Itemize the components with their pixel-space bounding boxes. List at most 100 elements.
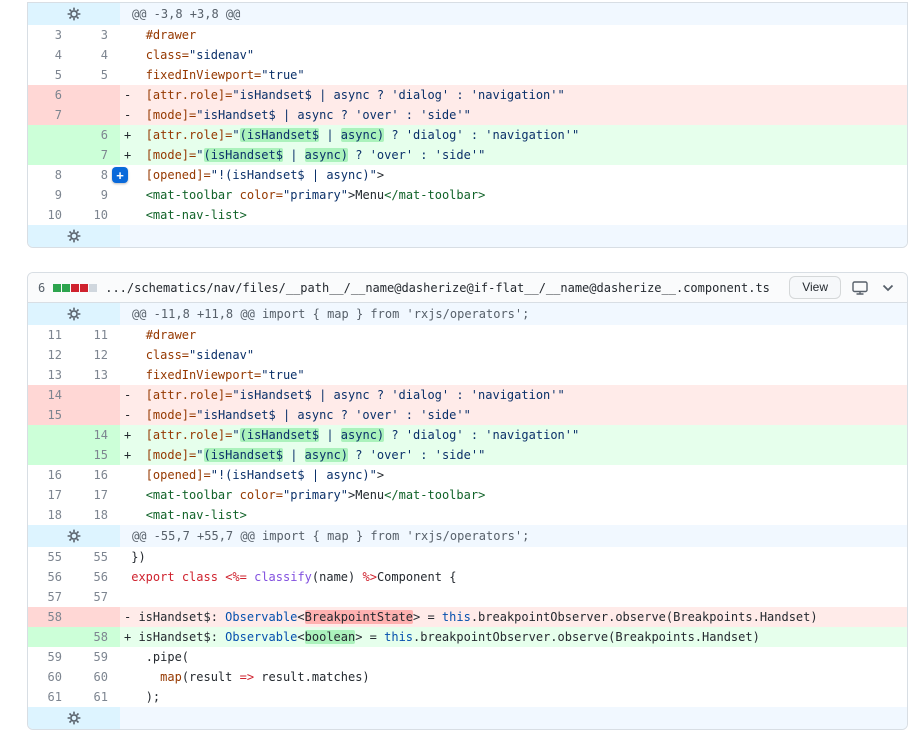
code-line: }) — [120, 547, 907, 567]
expand-hunk-button[interactable] — [28, 225, 120, 247]
new-line-number[interactable]: 5 — [74, 65, 120, 85]
new-line-number[interactable]: 12 — [74, 345, 120, 365]
new-line-number[interactable]: 55 — [74, 547, 120, 567]
new-line-number[interactable] — [74, 405, 120, 425]
old-line-number[interactable]: 17 — [28, 485, 74, 505]
new-line-number[interactable]: 61 — [74, 687, 120, 707]
old-line-number[interactable]: 7 — [28, 105, 74, 125]
new-line-number[interactable]: 11 — [74, 325, 120, 345]
code-line: <mat-nav-list> — [120, 505, 907, 525]
code-segment: this — [441, 610, 471, 624]
diff-row-add: 6 + [attr.role]="(isHandset$ | async) ? '… — [28, 125, 907, 145]
new-line-number[interactable]: 10 — [74, 205, 120, 225]
code-segment: | — [282, 448, 305, 462]
new-line-number[interactable]: 14 — [74, 425, 120, 445]
code-line: #drawer — [120, 25, 907, 45]
old-line-number[interactable]: 60 — [28, 667, 74, 687]
code-segment: [attr.role]= — [145, 88, 233, 102]
code-segment: [mode]= — [145, 148, 197, 162]
old-line-number[interactable]: 58 — [28, 607, 74, 627]
old-line-number[interactable]: 11 — [28, 325, 74, 345]
old-line-number[interactable] — [28, 145, 74, 165]
code-segment: %> — [362, 570, 377, 584]
diff-row-ctx: 88 [opened]="!(isHandset$ | async)"> + — [28, 165, 907, 185]
old-line-number[interactable] — [28, 425, 74, 445]
old-line-number[interactable]: 18 — [28, 505, 74, 525]
code-line: fixedInViewport="true" — [120, 65, 907, 85]
diff-row-ctx: 11 11 #drawer — [28, 325, 907, 345]
chevron-down-icon[interactable] — [879, 281, 897, 295]
new-line-number[interactable]: 17 — [74, 485, 120, 505]
old-line-number[interactable]: 5 — [28, 65, 74, 85]
new-line-number[interactable]: 58 — [74, 627, 120, 647]
new-line-number[interactable]: 56 — [74, 567, 120, 587]
diff-marker — [124, 508, 146, 522]
new-line-number[interactable] — [74, 607, 120, 627]
old-line-number[interactable]: 57 — [28, 587, 74, 607]
expand-hunk-button[interactable] — [28, 707, 120, 729]
old-line-number[interactable]: 14 — [28, 385, 74, 405]
view-button[interactable]: View — [789, 275, 841, 300]
old-line-number[interactable]: 9 — [28, 185, 74, 205]
expand-hunk-button[interactable] — [28, 3, 120, 25]
new-line-number[interactable]: 57 — [74, 587, 120, 607]
old-line-number[interactable] — [28, 627, 74, 647]
code-segment: (isHandset$ — [203, 448, 283, 462]
file-path[interactable]: .../schematics/nav/files/__path__/__name… — [105, 281, 770, 295]
code-segment: Observable — [225, 610, 298, 624]
new-line-number[interactable]: 6 — [74, 125, 120, 145]
old-line-number[interactable]: 56 — [28, 567, 74, 587]
old-line-number[interactable]: 59 — [28, 647, 74, 667]
old-line-number[interactable] — [28, 125, 74, 145]
new-line-number[interactable]: 7 — [74, 145, 120, 165]
new-line-number[interactable]: 16 — [74, 465, 120, 485]
old-line-number[interactable]: 3 — [28, 25, 74, 45]
code-segment: </mat-toolbar> — [384, 488, 486, 502]
old-line-number[interactable]: 6 — [28, 85, 74, 105]
diff-row-add: 14 + [attr.role]="(isHandset$ | async) ? … — [28, 425, 907, 445]
code-line: + [attr.role]="(isHandset$ | async) ? 'd… — [120, 125, 907, 145]
old-line-number[interactable]: 10 — [28, 205, 74, 225]
new-line-number[interactable] — [74, 85, 120, 105]
expand-hunk-button[interactable] — [28, 303, 120, 325]
diff-marker — [124, 670, 160, 684]
code-line: <mat-toolbar color="primary">Menu</mat-t… — [120, 185, 907, 205]
hunk-header-text: @@ -55,7 +55,7 @@ import { map } from 'r… — [132, 529, 530, 543]
new-line-number[interactable]: 18 — [74, 505, 120, 525]
new-line-number[interactable]: 59 — [74, 647, 120, 667]
gear-icon — [67, 7, 81, 21]
expand-hunk-button[interactable] — [28, 525, 120, 547]
code-segment: " — [232, 128, 240, 142]
old-line-number[interactable] — [28, 445, 74, 465]
new-line-number[interactable]: 15 — [74, 445, 120, 465]
diff-marker — [124, 590, 131, 604]
code-segment: (isHandset$ — [203, 148, 283, 162]
new-line-number[interactable]: 13 — [74, 365, 120, 385]
old-line-number[interactable]: 4 — [28, 45, 74, 65]
old-line-number[interactable]: 8 — [28, 165, 74, 185]
code-segment: <%= — [225, 570, 247, 584]
code-segment: #drawer — [145, 28, 197, 42]
add-comment-button[interactable]: + — [112, 167, 128, 183]
new-line-number[interactable]: 9 — [74, 185, 120, 205]
new-line-number[interactable]: 3 — [74, 25, 120, 45]
diff-marker: + — [124, 128, 146, 142]
monitor-icon[interactable] — [849, 278, 871, 298]
old-line-number[interactable]: 13 — [28, 365, 74, 385]
new-line-number[interactable]: 4 — [74, 45, 120, 65]
new-line-number[interactable]: 60 — [74, 667, 120, 687]
code-line: - [attr.role]="isHandset$ | async ? 'dia… — [120, 85, 907, 105]
code-segment: < — [297, 610, 305, 624]
code-segment: fixedInViewport= — [145, 368, 262, 382]
old-line-number[interactable]: 16 — [28, 465, 74, 485]
code-segment: .breakpointObserver.observe(Breakpoints.… — [413, 630, 760, 644]
old-line-number[interactable]: 15 — [28, 405, 74, 425]
code-segment: " — [196, 148, 204, 162]
new-line-number[interactable] — [74, 105, 120, 125]
new-line-number[interactable] — [74, 385, 120, 405]
old-line-number[interactable]: 61 — [28, 687, 74, 707]
code-segment: > — [376, 168, 385, 182]
old-line-number[interactable]: 55 — [28, 547, 74, 567]
old-line-number[interactable]: 12 — [28, 345, 74, 365]
